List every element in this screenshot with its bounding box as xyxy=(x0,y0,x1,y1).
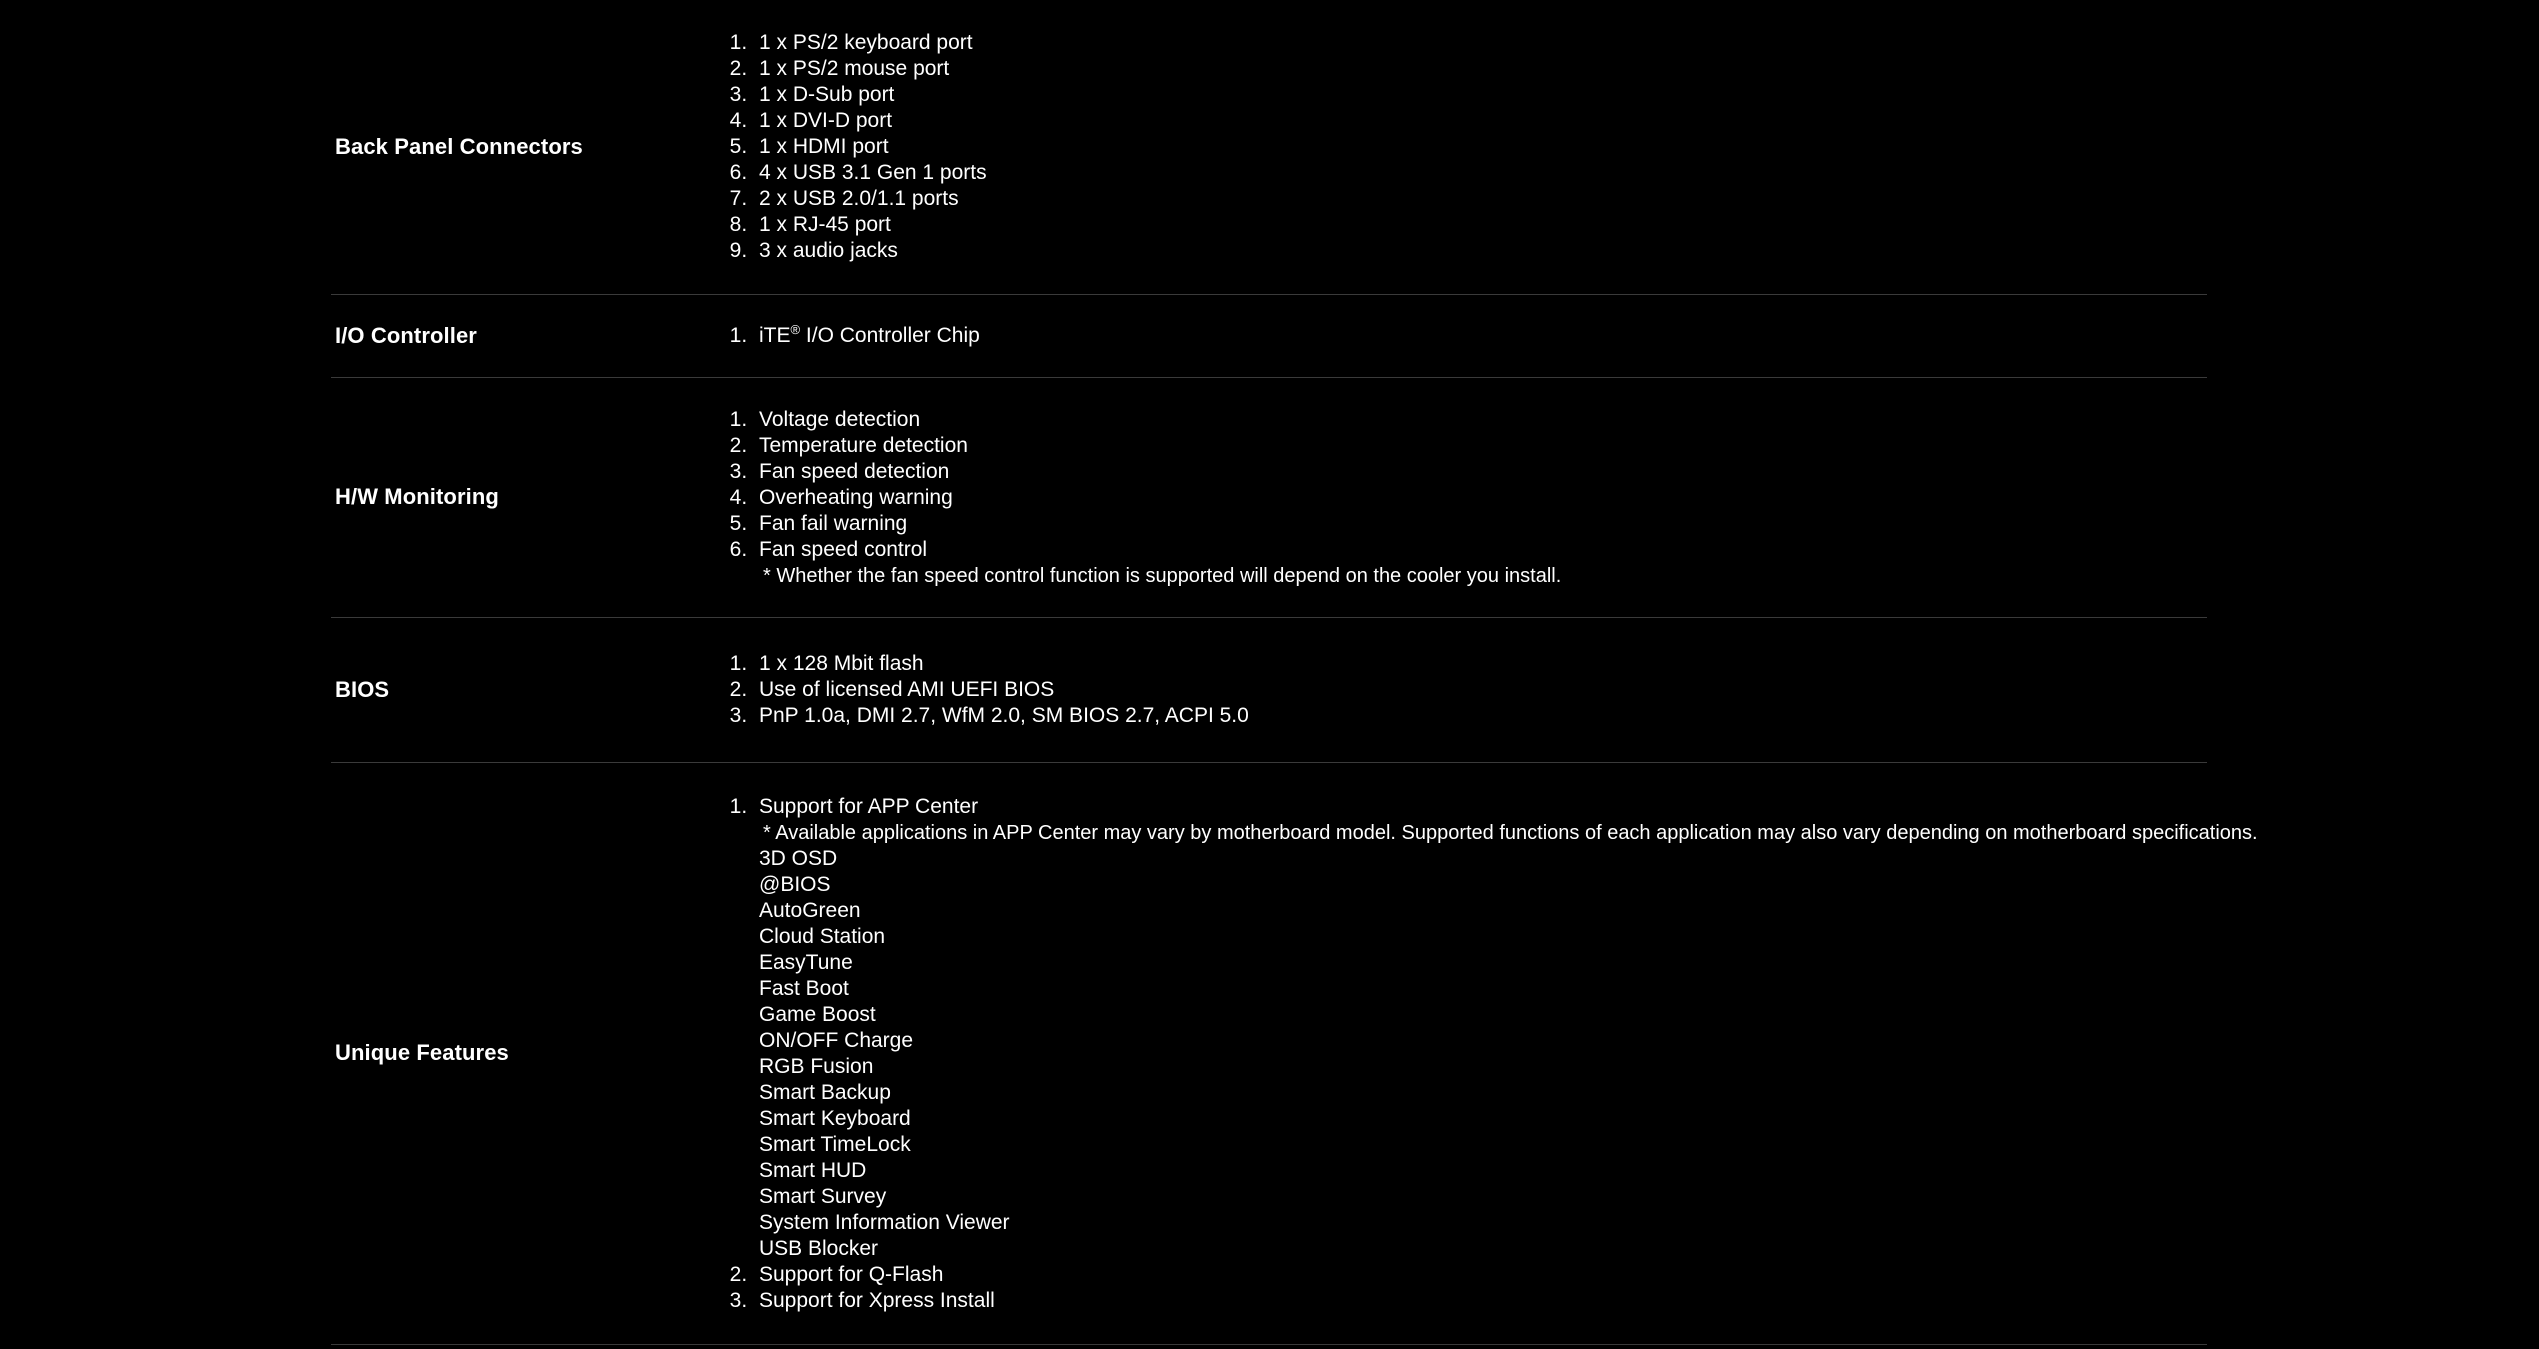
list-item: RGB Fusion xyxy=(759,1054,874,1078)
list-item: Use of licensed AMI UEFI BIOS xyxy=(753,677,1249,703)
spec-label-bios: BIOS xyxy=(335,676,390,702)
list-item: 1 x HDMI port xyxy=(753,134,987,160)
list-item-label: Fan speed control xyxy=(759,537,928,561)
spec-label-io-controller: I/O Controller xyxy=(335,322,477,348)
list-item: 3 x audio jacks xyxy=(753,238,987,264)
specification-table: Back Panel Connectors 1 x PS/2 keyboard … xyxy=(331,0,2258,1345)
list-item: Smart TimeLock xyxy=(759,1132,911,1156)
list-item: Smart Survey xyxy=(759,1184,887,1208)
spec-label-hw-monitoring: H/W Monitoring xyxy=(335,484,499,510)
list-item: 2 x USB 2.0/1.1 ports xyxy=(753,186,987,212)
list-item: 4 x USB 3.1 Gen 1 ports xyxy=(753,160,987,186)
list-item: @BIOS xyxy=(759,872,831,896)
spec-label-back-panel-connectors: Back Panel Connectors xyxy=(335,133,583,159)
list-item: Temperature detection xyxy=(753,433,1561,459)
spec-label-cell: I/O Controller xyxy=(331,295,725,377)
list-item: Fan speed control * Whether the fan speed… xyxy=(753,537,1561,589)
registered-trademark-icon: ® xyxy=(790,322,801,337)
list-item: USB Blocker xyxy=(759,1236,879,1260)
list-item: AutoGreen xyxy=(759,898,861,922)
spec-label-cell: H/W Monitoring xyxy=(331,378,725,617)
list-item: 1 x RJ-45 port xyxy=(753,212,987,238)
spec-label-cell: Back Panel Connectors xyxy=(331,0,725,294)
list-item: System Information Viewer xyxy=(759,1210,1010,1234)
list-item: iTE® I/O Controller Chip xyxy=(753,323,980,349)
spec-value-cell: 1 x PS/2 keyboard port 1 x PS/2 mouse po… xyxy=(725,0,2207,294)
list-item: Smart Keyboard xyxy=(759,1106,911,1130)
list-item: Voltage detection xyxy=(753,407,1561,433)
spec-label-cell: Unique Features xyxy=(331,763,725,1344)
bios-list: 1 x 128 Mbit flash Use of licensed AMI U… xyxy=(725,651,1249,729)
spec-row-io-controller: I/O Controller iTE® I/O Controller Chip xyxy=(331,295,2207,378)
back-panel-connectors-list: 1 x PS/2 keyboard port 1 x PS/2 mouse po… xyxy=(725,30,987,264)
list-item: Smart Backup xyxy=(759,1080,891,1104)
unique-features-list: Support for APP Center * Available appli… xyxy=(725,794,2258,1314)
spec-row-bios: BIOS 1 x 128 Mbit flash Use of licensed … xyxy=(331,618,2207,763)
spec-label-unique-features: Unique Features xyxy=(335,1040,509,1066)
io-controller-list: iTE® I/O Controller Chip xyxy=(725,323,980,349)
spec-value-cell: Support for APP Center * Available appli… xyxy=(725,763,2258,1344)
list-item: Overheating warning xyxy=(753,485,1561,511)
app-center-note: * Available applications in APP Center m… xyxy=(763,821,2258,844)
io-chip-suffix: I/O Controller Chip xyxy=(800,324,980,347)
list-item: Fast Boot xyxy=(759,976,849,1000)
app-center-application-list: 3D OSD @BIOS AutoGreen Cloud Station Eas… xyxy=(759,846,2258,1262)
spec-value-cell: Voltage detection Temperature detection … xyxy=(725,378,2207,617)
list-item: Cloud Station xyxy=(759,924,886,948)
fan-speed-control-note: * Whether the fan speed control function… xyxy=(763,564,1562,587)
spec-value-cell: 1 x 128 Mbit flash Use of licensed AMI U… xyxy=(725,618,2207,762)
list-item: Fan speed detection xyxy=(753,459,1561,485)
list-item: 3D OSD xyxy=(759,846,838,870)
list-item: Fan fail warning xyxy=(753,511,1561,537)
list-item: PnP 1.0a, DMI 2.7, WfM 2.0, SM BIOS 2.7,… xyxy=(753,703,1249,729)
spec-label-cell: BIOS xyxy=(331,618,725,762)
list-item: 1 x D-Sub port xyxy=(753,82,987,108)
list-item: Smart HUD xyxy=(759,1158,867,1182)
spec-value-cell: iTE® I/O Controller Chip xyxy=(725,295,2207,377)
list-item: 1 x 128 Mbit flash xyxy=(753,651,1249,677)
list-item: Support for Xpress Install xyxy=(753,1288,2258,1314)
hw-monitoring-list: Voltage detection Temperature detection … xyxy=(725,407,1561,589)
list-item-label: Support for APP Center xyxy=(759,794,979,818)
list-item: Support for APP Center * Available appli… xyxy=(753,794,2258,1262)
list-item: EasyTune xyxy=(759,950,853,974)
list-item: Game Boost xyxy=(759,1002,876,1026)
spec-row-back-panel-connectors: Back Panel Connectors 1 x PS/2 keyboard … xyxy=(331,0,2207,295)
spec-row-unique-features: Unique Features Support for APP Center *… xyxy=(331,763,2258,1345)
io-chip-name: iTE xyxy=(759,324,791,347)
list-item: 1 x DVI-D port xyxy=(753,108,987,134)
list-item: Support for Q-Flash xyxy=(753,1262,2258,1288)
list-item: ON/OFF Charge xyxy=(759,1028,914,1052)
list-item: 1 x PS/2 keyboard port xyxy=(753,30,987,56)
list-item: 1 x PS/2 mouse port xyxy=(753,56,987,82)
spec-row-hw-monitoring: H/W Monitoring Voltage detection Tempera… xyxy=(331,378,2207,618)
